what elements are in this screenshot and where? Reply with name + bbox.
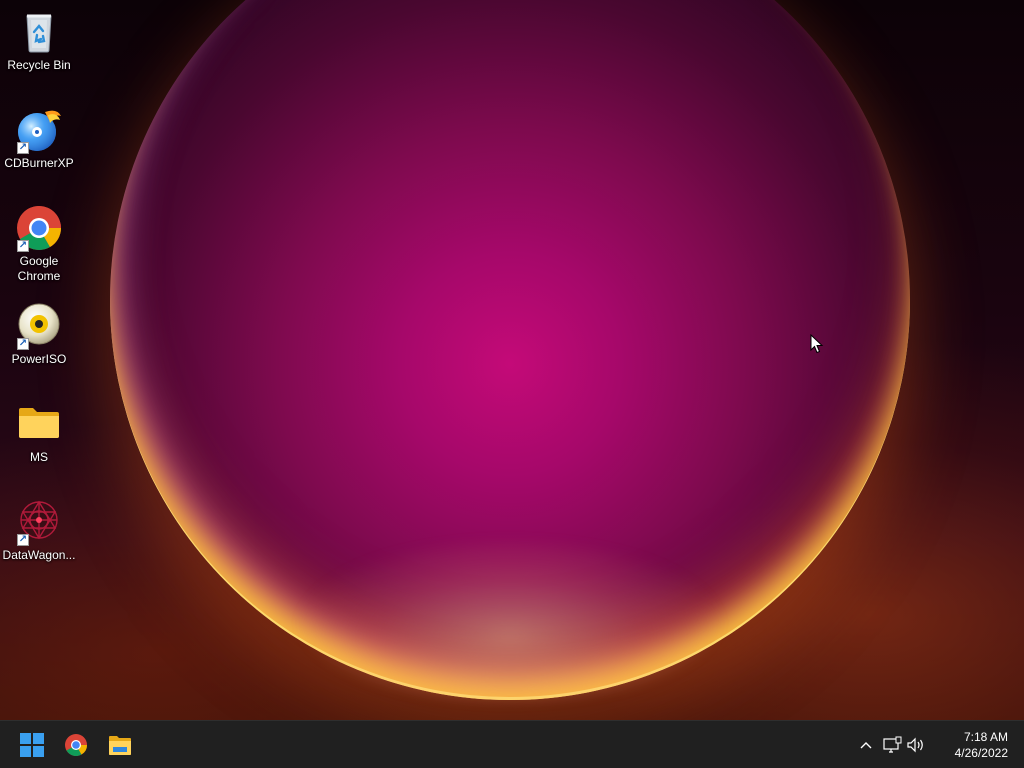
chrome-icon: ↗: [15, 204, 63, 252]
wallpaper-orb-glow: [300, 540, 720, 700]
desktop-icon-google-chrome[interactable]: ↗ Google Chrome: [0, 204, 78, 284]
network-status-button[interactable]: [880, 733, 904, 757]
cdburnerxp-icon: ↗: [15, 106, 63, 154]
desktop-icon-label: Google Chrome: [17, 254, 61, 283]
desktop-icon-cdburnerxp[interactable]: ↗ CDBurnerXP: [0, 106, 78, 171]
desktop-icon-ms-folder[interactable]: MS: [0, 400, 78, 465]
windows-start-icon: [20, 733, 44, 757]
show-hidden-icons-button[interactable]: [854, 733, 878, 757]
shortcut-arrow-icon: ↗: [17, 338, 29, 350]
desktop-icon-label: PowerISO: [11, 352, 67, 366]
desktop[interactable]: Recycle Bin ↗ CDBurnerXP ↗ Google Chrome…: [0, 0, 1024, 768]
shortcut-arrow-icon: ↗: [17, 534, 29, 546]
desktop-icon-label: DataWagon...: [2, 548, 76, 562]
mouse-cursor-icon: [810, 333, 824, 354]
chrome-icon: [65, 734, 87, 756]
recycle-bin-icon: [15, 8, 63, 56]
desktop-icon-poweriso[interactable]: ↗ PowerISO: [0, 302, 78, 367]
file-explorer-icon: [109, 736, 131, 755]
chevron-up-icon: [860, 742, 872, 749]
clock-date: 4/26/2022: [954, 746, 1008, 760]
desktop-icon-recycle-bin[interactable]: Recycle Bin: [0, 8, 78, 73]
clock[interactable]: 7:18 AM 4/26/2022: [946, 729, 1008, 761]
desktop-icon-label: MS: [30, 450, 48, 464]
desktop-icon-datawagon[interactable]: ↗ DataWagon...: [0, 498, 78, 563]
poweriso-icon: ↗: [15, 302, 63, 350]
start-button[interactable]: [12, 725, 52, 765]
shortcut-arrow-icon: ↗: [17, 240, 29, 252]
taskbar: 7:18 AM 4/26/2022: [0, 720, 1024, 768]
shortcut-arrow-icon: ↗: [17, 142, 29, 154]
volume-icon: [907, 737, 923, 753]
datawagon-icon: ↗: [15, 498, 63, 546]
network-icon: [883, 736, 902, 753]
taskbar-chrome-button[interactable]: [56, 725, 96, 765]
system-tray: 7:18 AM 4/26/2022: [854, 721, 1024, 768]
desktop-icon-label: Recycle Bin: [7, 58, 71, 72]
volume-button[interactable]: [904, 733, 928, 757]
desktop-icon-label: CDBurnerXP: [4, 156, 74, 170]
clock-time: 7:18 AM: [963, 730, 1008, 744]
taskbar-file-explorer-button[interactable]: [100, 725, 140, 765]
folder-icon: [15, 400, 63, 448]
